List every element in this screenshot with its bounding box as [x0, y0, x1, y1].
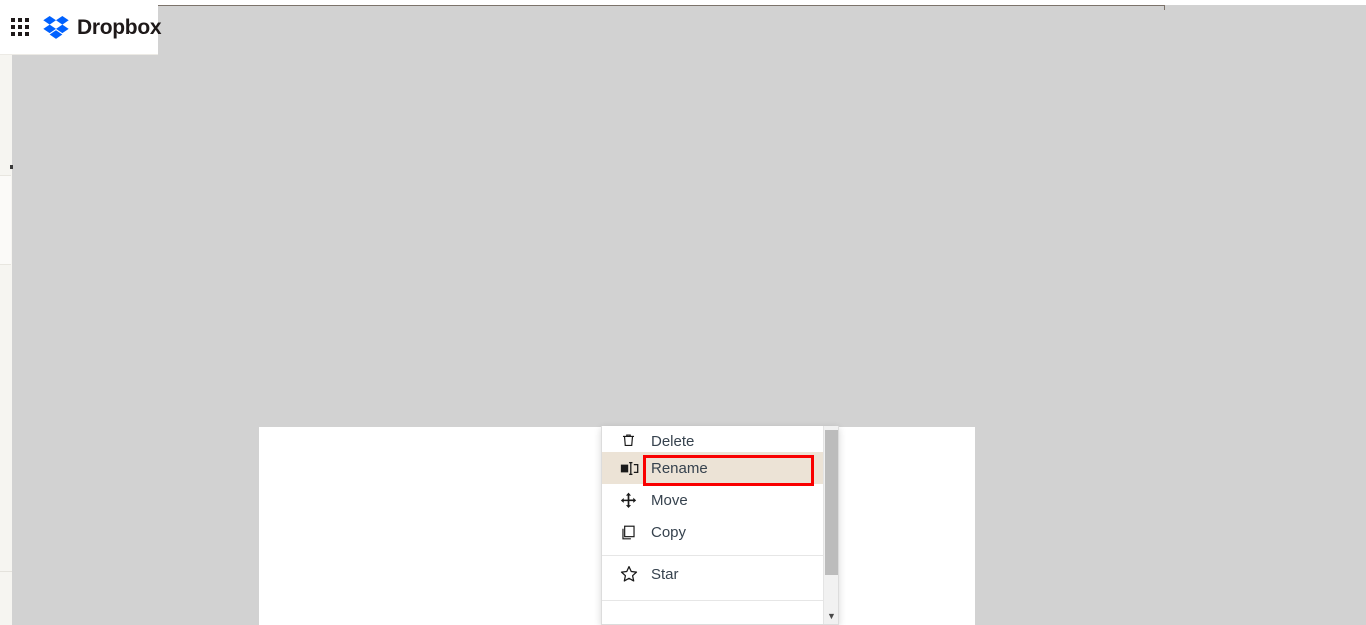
menu-item-move[interactable]: Move	[602, 484, 824, 516]
sidebar-rail-card	[0, 175, 11, 265]
viewport-top-border	[158, 5, 1165, 6]
sidebar-rail-divider	[0, 571, 12, 572]
star-icon	[620, 565, 642, 583]
viewport-backdrop-left-fill	[12, 47, 158, 625]
context-menu-list: Delete Rename Move Copy Star	[602, 426, 824, 624]
menu-item-delete[interactable]: Delete	[602, 426, 824, 452]
move-arrows-icon	[620, 492, 642, 509]
rename-icon	[620, 460, 642, 477]
menu-item-star[interactable]: Star	[602, 556, 824, 592]
grid-apps-icon[interactable]	[11, 18, 29, 36]
viewport-top-border-tick	[1164, 5, 1165, 10]
sidebar-rail	[0, 47, 13, 625]
page-root: Dropbox Delete Rename Move Copy Star ▼	[0, 0, 1366, 625]
menu-item-label: Delete	[651, 433, 695, 450]
context-menu-scrollbar[interactable]: ▼	[823, 426, 838, 624]
dropbox-logo[interactable]: Dropbox	[43, 15, 162, 39]
menu-item-label: Star	[651, 565, 679, 583]
menu-item-label: Rename	[651, 459, 708, 477]
app-header-underline	[0, 54, 158, 55]
menu-item-copy[interactable]: Copy	[602, 516, 824, 548]
menu-item-rename[interactable]: Rename	[602, 452, 824, 484]
trash-icon	[620, 432, 642, 449]
scrollbar-thumb[interactable]	[825, 430, 838, 575]
dropbox-wordmark: Dropbox	[77, 15, 162, 39]
app-header: Dropbox	[0, 0, 162, 54]
context-menu[interactable]: Delete Rename Move Copy Star ▼	[601, 426, 839, 625]
sidebar-rail-mark	[10, 165, 13, 169]
menu-overflow-area	[602, 601, 824, 615]
menu-item-label: Move	[651, 491, 688, 509]
menu-item-label: Copy	[651, 523, 687, 541]
copy-icon	[620, 524, 642, 541]
dropbox-glyph-icon	[43, 15, 69, 39]
chevron-down-icon[interactable]: ▼	[824, 612, 838, 621]
